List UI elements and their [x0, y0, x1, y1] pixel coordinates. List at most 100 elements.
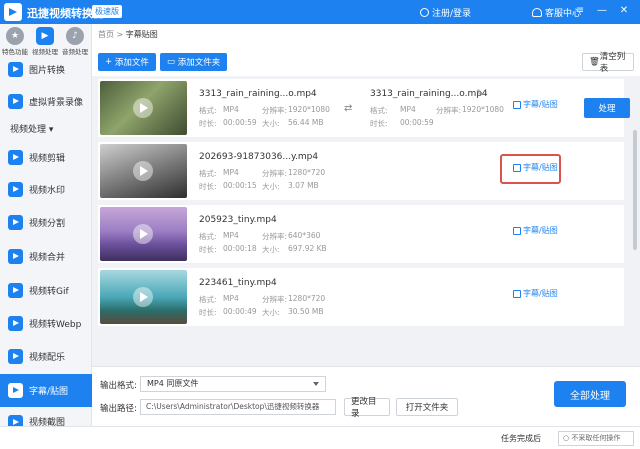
sidebar-item-split[interactable]: 视频分割 [0, 207, 92, 237]
tab-video-processing[interactable]: ▶ 视频处理 [30, 24, 60, 60]
meta-duration: 00:00:18 [223, 244, 257, 253]
headset-icon [532, 8, 542, 17]
after-done-select[interactable]: ○ 不采取任何操作 [558, 431, 634, 446]
meta-resolution: 1920*1080 [288, 105, 330, 114]
out-format: MP4 [400, 105, 416, 114]
sidebar-item-label: 虚拟背景录像 [29, 97, 84, 108]
file-row: 3313_rain_raining...o.mp4 格式: MP4 分辨率: 1… [98, 79, 630, 137]
add-file-label: 添加文件 [114, 58, 149, 68]
subtitle-sticker-link[interactable]: 字幕/贴图 [513, 225, 558, 236]
sidebar-item-label: 字幕/贴图 [29, 387, 69, 397]
footer: 任务完成后 ○ 不采取任何操作 [0, 426, 640, 449]
output-format-label: 输出格式: [100, 381, 137, 391]
video-thumbnail[interactable] [100, 81, 187, 135]
close-button[interactable]: ✕ [618, 5, 630, 16]
meta-resolution-label: 分辨率: [262, 232, 288, 241]
out-resolution-label: 分辨率: [436, 106, 462, 115]
play-icon[interactable] [133, 161, 153, 181]
meta-size-label: 大小: [262, 308, 280, 317]
sidebar-item-label: 视频转Webp [29, 319, 82, 330]
edit-icon [513, 289, 521, 298]
file-name: 202693-91873036...y.mp4 [199, 152, 319, 162]
tab-featured[interactable]: ★ 特色功能 [0, 24, 30, 60]
clear-list-button[interactable]: 🗑 清空列表 [582, 52, 634, 74]
meta-duration-label: 时长: [199, 182, 217, 191]
sidebar-item-to-webp[interactable]: 视频转Webp [0, 308, 92, 338]
out-duration: 00:00:59 [400, 118, 434, 127]
process-all-button[interactable]: 全部处理 [554, 381, 626, 407]
file-name: 223461_tiny.mp4 [199, 278, 277, 288]
title-bar: 迅捷视频转换器 极速版 注册/登录 客服中心 ≡ — ✕ [0, 0, 640, 24]
sidebar-item-watermark[interactable]: 视频水印 [0, 174, 92, 204]
sidebar-item-subtitle[interactable]: 字幕/贴图 [0, 374, 92, 407]
sidebar-item-video-edit[interactable]: 视频剪辑 [0, 142, 92, 172]
meta-format-label: 格式: [199, 169, 217, 178]
app-logo-icon [4, 3, 22, 21]
camera-icon [8, 93, 23, 109]
play-icon[interactable] [133, 98, 153, 118]
after-done-label: 任务完成后 [501, 434, 541, 443]
sidebar-item-label: 视频配乐 [29, 352, 66, 363]
subtitle-sticker-label: 字幕/贴图 [523, 289, 558, 298]
open-folder-button[interactable]: 打开文件夹 [396, 398, 458, 416]
add-file-button[interactable]: + 添加文件 [98, 53, 156, 71]
star-icon: ★ [6, 27, 24, 45]
minimize-button[interactable]: — [596, 5, 608, 16]
meta-duration-label: 时长: [199, 308, 217, 317]
output-file-name: 3313_rain_raining...o.mp4 [370, 89, 488, 99]
output-settings: 输出格式: MP4 同原文件 输出路径: C:\Users\Administra… [92, 366, 640, 426]
convert-arrows-icon: ⇄ [344, 103, 353, 114]
play-icon[interactable] [133, 287, 153, 307]
sidebar-item-image-convert[interactable]: 图片转换 [0, 56, 92, 82]
breadcrumb-separator: > [116, 30, 124, 39]
sidebar-item-label: 视频分割 [29, 218, 66, 229]
meta-duration-label: 时长: [199, 245, 217, 254]
pencil-icon[interactable]: ✎ [476, 89, 484, 99]
login-label: 注册/登录 [432, 9, 472, 19]
video-thumbnail[interactable] [100, 144, 187, 198]
meta-resolution: 1280*720 [288, 168, 326, 177]
merge-icon [8, 248, 23, 264]
highlight-box [500, 154, 561, 184]
sidebar-item-virtual-bg[interactable]: 虚拟背景录像 [0, 86, 92, 116]
trash-icon: 🗑 [589, 57, 600, 67]
subtitle-sticker-link[interactable]: 字幕/贴图 [513, 99, 558, 110]
menu-icon[interactable]: ≡ [574, 5, 586, 16]
scrollbar[interactable] [630, 76, 640, 366]
output-format-select[interactable]: MP4 同原文件 [140, 376, 326, 392]
split-icon [8, 214, 23, 230]
meta-size: 3.07 MB [288, 181, 319, 190]
add-folder-button[interactable]: ▭ 添加文件夹 [160, 53, 228, 71]
video-thumbnail[interactable] [100, 270, 187, 324]
tab-audio-processing[interactable]: ♪ 音频处理 [60, 24, 90, 60]
tab-video-label: 视频处理 [32, 48, 58, 56]
change-directory-button[interactable]: 更改目录 [344, 397, 390, 419]
film-icon: ▶ [36, 27, 54, 45]
meta-format-label: 格式: [199, 106, 217, 115]
video-thumbnail[interactable] [100, 207, 187, 261]
meta-format: MP4 [223, 294, 239, 303]
edition-badge: 极速版 [92, 5, 122, 18]
music-note-icon [8, 348, 23, 364]
meta-duration: 00:00:49 [223, 307, 257, 316]
sidebar-item-merge[interactable]: 视频合并 [0, 241, 92, 271]
subtitle-sticker-link[interactable]: 字幕/贴图 [513, 288, 558, 299]
sidebar-item-music[interactable]: 视频配乐 [0, 341, 92, 371]
sidebar-item-to-gif[interactable]: 视频转Gif [0, 275, 92, 305]
file-list: 3313_rain_raining...o.mp4 格式: MP4 分辨率: 1… [92, 76, 630, 366]
meta-format-label: 格式: [199, 295, 217, 304]
meta-duration: 00:00:59 [223, 118, 257, 127]
process-button[interactable]: 处理 [584, 98, 630, 118]
output-path-field[interactable]: C:\Users\Administrator\Desktop\迅捷视频转换器 [140, 399, 336, 415]
scrollbar-thumb[interactable] [633, 130, 637, 250]
meta-resolution: 1280*720 [288, 294, 326, 303]
login-button[interactable]: 注册/登录 [420, 6, 471, 19]
meta-size-label: 大小: [262, 119, 280, 128]
meta-format-label: 格式: [199, 232, 217, 241]
play-icon[interactable] [133, 224, 153, 244]
sidebar-section-video[interactable]: 视频处理 ▾ [10, 122, 53, 135]
breadcrumb-home[interactable]: 首页 [98, 30, 114, 39]
section-label: 视频处理 [10, 125, 47, 135]
sidebar-item-label: 图片转换 [29, 65, 66, 76]
plus-icon: + [105, 57, 115, 67]
